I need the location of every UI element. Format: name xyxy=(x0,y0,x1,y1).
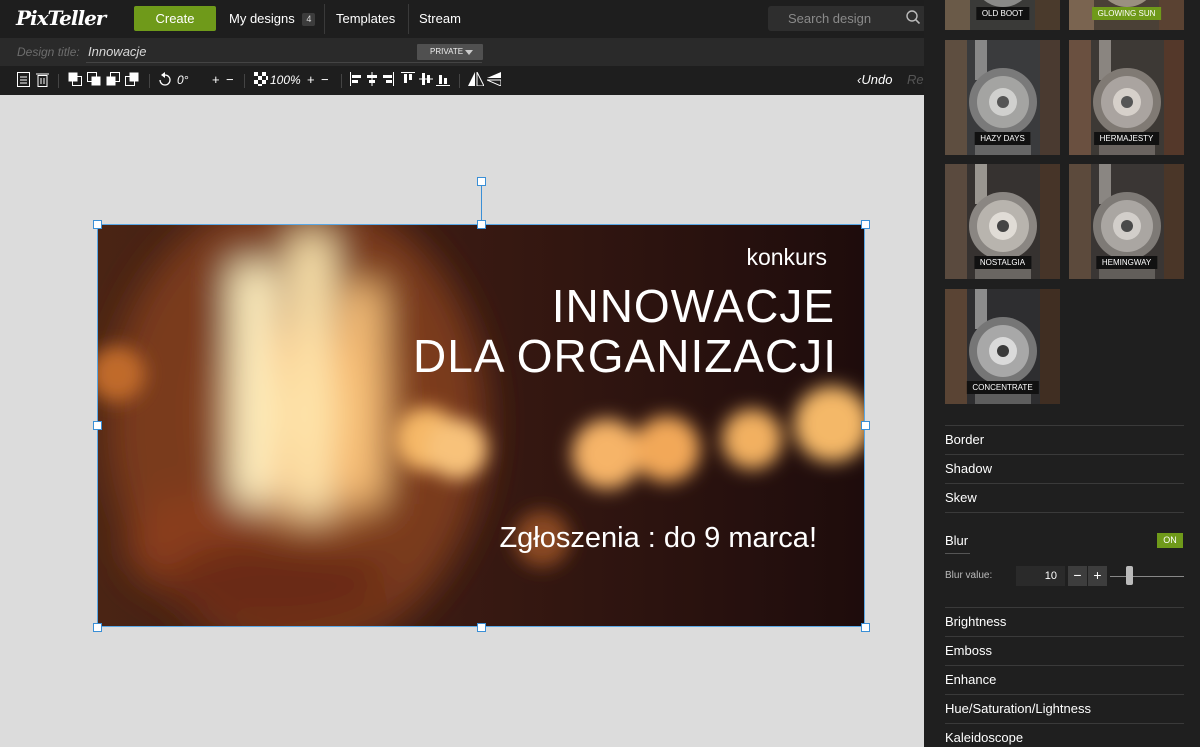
design-title-field[interactable]: Innowacje xyxy=(88,44,147,59)
toolbar-divider xyxy=(341,74,342,88)
filter-label: HAZY DAYS xyxy=(974,132,1031,145)
rotate-minus-button[interactable]: − xyxy=(226,72,234,88)
bring-forward-icon[interactable] xyxy=(87,72,101,88)
filter-label: GLOWING SUN xyxy=(1091,7,1162,20)
resize-handle-bottom-left[interactable] xyxy=(93,623,102,632)
filter-thumb-nostalgia[interactable]: NOSTALGIA xyxy=(945,164,1060,279)
blur-decrease-button[interactable]: − xyxy=(1068,566,1087,586)
effect-skew[interactable]: Skew xyxy=(945,483,1184,512)
filter-label: NOSTALGIA xyxy=(973,256,1032,269)
redo-button[interactable]: Re xyxy=(907,72,924,87)
blur-increase-button[interactable]: + xyxy=(1088,566,1107,586)
panel-divider xyxy=(945,512,1184,513)
rotate-plus-button[interactable]: + xyxy=(212,72,220,88)
design-subtitle-text[interactable]: konkurs xyxy=(746,244,827,271)
effect-brightness[interactable]: Brightness xyxy=(945,607,1184,636)
blur-toggle[interactable]: ON xyxy=(1157,533,1183,548)
flip-vertical-icon[interactable] xyxy=(487,72,501,88)
caret-down-icon xyxy=(465,50,473,55)
align-left-icon[interactable] xyxy=(350,72,362,88)
zoom-value[interactable]: 100% xyxy=(270,73,301,88)
filter-label: OLD BOOT xyxy=(975,7,1030,20)
send-backward-icon[interactable] xyxy=(106,72,120,88)
filter-thumb-glowing-sun[interactable]: GLOWING SUN xyxy=(1069,0,1184,30)
flip-horizontal-icon[interactable] xyxy=(468,72,484,88)
design-title-line-2[interactable]: DLA ORGANIZACJI xyxy=(413,332,837,380)
privacy-dropdown[interactable]: PRIVATE xyxy=(417,44,483,60)
transparency-icon[interactable] xyxy=(254,72,268,88)
undo-button[interactable]: ‹Undo xyxy=(857,72,892,87)
privacy-label: PRIVATE xyxy=(430,47,464,56)
nav-my-designs[interactable]: My designs 4 xyxy=(229,0,316,38)
search-icon[interactable] xyxy=(906,10,920,24)
blur-underline xyxy=(945,553,970,554)
resize-handle-left[interactable] xyxy=(93,421,102,430)
rotate-icon[interactable] xyxy=(157,72,173,88)
filter-label: HERMAJESTY xyxy=(1093,132,1160,145)
duplicate-icon[interactable] xyxy=(17,72,30,88)
filter-label: CONCENTRATE xyxy=(966,381,1039,394)
trash-icon[interactable] xyxy=(36,72,49,88)
resize-handle-bottom-right[interactable] xyxy=(861,623,870,632)
editor-toolbar: 0° + − 100% + − xyxy=(0,66,924,95)
effect-blur[interactable]: Blur xyxy=(945,528,1184,554)
zoom-plus-button[interactable]: + xyxy=(307,72,315,88)
effect-border[interactable]: Border xyxy=(945,425,1184,454)
toolbar-divider xyxy=(58,74,59,88)
blur-slider-track[interactable] xyxy=(1110,576,1184,577)
resize-handle-top-right[interactable] xyxy=(861,220,870,229)
search-input[interactable]: Search design xyxy=(768,6,926,31)
top-bar: PixTeller Create My designs 4 Templates … xyxy=(0,0,926,38)
nav-my-designs-label: My designs xyxy=(229,11,295,26)
effect-hue-saturation-lightness[interactable]: Hue/Saturation/Lightness xyxy=(945,694,1184,723)
rotation-value[interactable]: 0° xyxy=(177,73,188,88)
design-deadline-text[interactable]: Zgłoszenia : do 9 marca! xyxy=(499,522,817,555)
blur-slider-handle[interactable] xyxy=(1126,566,1133,585)
bring-to-front-icon[interactable] xyxy=(68,72,82,88)
app-logo[interactable]: PixTeller xyxy=(16,4,106,32)
filter-thumb-concentrate[interactable]: CONCENTRATE xyxy=(945,289,1060,404)
resize-handle-top-left[interactable] xyxy=(93,220,102,229)
rotation-handle[interactable] xyxy=(477,177,486,186)
effect-emboss[interactable]: Emboss xyxy=(945,636,1184,665)
filter-thumb-hermajesty[interactable]: HERMAJESTY xyxy=(1069,40,1184,155)
resize-handle-right[interactable] xyxy=(861,421,870,430)
filter-thumb-hemingway[interactable]: HEMINGWAY xyxy=(1069,164,1184,279)
zoom-minus-button[interactable]: − xyxy=(321,72,329,88)
design-image[interactable]: konkurs INNOWACJE DLA ORGANIZACJI Zgłosz… xyxy=(97,224,865,627)
toolbar-divider xyxy=(244,74,245,88)
blur-value-label: Blur value: xyxy=(945,570,993,581)
resize-handle-top[interactable] xyxy=(477,220,486,229)
toolbar-divider xyxy=(459,74,460,88)
create-button[interactable]: Create xyxy=(134,6,216,31)
blur-value-input[interactable]: 10 xyxy=(1016,566,1065,586)
undo-label: Undo xyxy=(861,72,893,87)
filter-label: HEMINGWAY xyxy=(1095,256,1158,269)
align-top-icon[interactable] xyxy=(401,72,415,88)
effect-kaleidoscope[interactable]: Kaleidoscope xyxy=(945,723,1184,747)
design-title-underline xyxy=(86,62,482,63)
send-to-back-icon[interactable] xyxy=(125,72,139,88)
resize-handle-bottom[interactable] xyxy=(477,623,486,632)
align-right-icon[interactable] xyxy=(382,72,394,88)
nav-divider xyxy=(324,4,325,34)
nav-divider xyxy=(408,4,409,34)
align-center-icon[interactable] xyxy=(366,72,378,88)
align-middle-icon[interactable] xyxy=(419,72,433,88)
toolbar-divider xyxy=(149,74,150,88)
my-designs-count-badge: 4 xyxy=(302,13,316,26)
nav-templates[interactable]: Templates xyxy=(336,0,395,38)
design-title-line-1[interactable]: INNOWACJE xyxy=(552,282,835,330)
filter-thumb-old-boot[interactable]: OLD BOOT xyxy=(945,0,1060,30)
effect-shadow[interactable]: Shadow xyxy=(945,454,1184,483)
effect-enhance[interactable]: Enhance xyxy=(945,665,1184,694)
rotation-stem xyxy=(481,185,482,224)
design-title-label: Design title: xyxy=(17,45,80,59)
nav-stream[interactable]: Stream xyxy=(419,0,461,38)
align-bottom-icon[interactable] xyxy=(436,72,450,88)
filter-thumb-hazy-days[interactable]: HAZY DAYS xyxy=(945,40,1060,155)
